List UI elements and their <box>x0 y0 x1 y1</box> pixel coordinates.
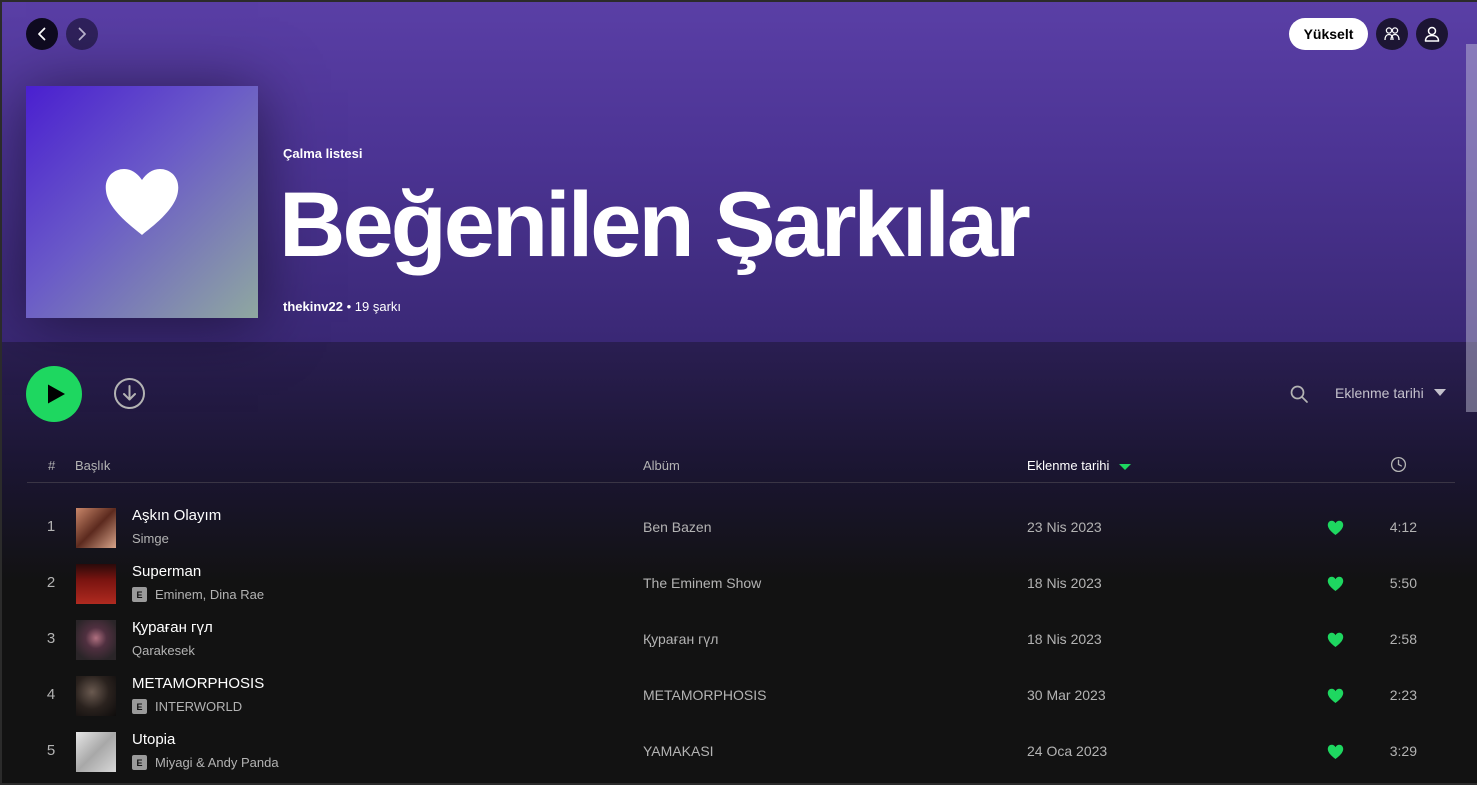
search-icon <box>1290 385 1308 403</box>
col-header-date-added[interactable]: Eklenme tarihi <box>1027 458 1132 473</box>
track-album[interactable]: YAMAKASI <box>643 743 714 759</box>
track-album[interactable]: Ben Bazen <box>643 519 712 535</box>
track-title[interactable]: Utopia <box>132 731 175 748</box>
album-art <box>76 564 116 604</box>
sort-arrow-icon <box>1119 463 1132 470</box>
track-album[interactable]: The Eminem Show <box>643 575 761 591</box>
table-row[interactable]: 1 Aşkın Olayım Simge Ben Bazen 23 Nis 20… <box>27 500 1455 556</box>
artist-name[interactable]: INTERWORLD <box>155 699 242 714</box>
explicit-badge: E <box>132 587 147 602</box>
track-duration: 3:29 <box>1389 743 1417 759</box>
col-header-number: # <box>48 458 56 473</box>
track-duration: 2:58 <box>1389 631 1417 647</box>
user-menu-button[interactable] <box>1416 18 1448 50</box>
friends-icon <box>1384 27 1400 41</box>
forward-button[interactable] <box>66 18 98 50</box>
track-artist[interactable]: E Miyagi & Andy Panda <box>132 755 279 770</box>
sort-label: Eklenme tarihi <box>1335 385 1424 401</box>
liked-heart-icon[interactable] <box>1327 576 1344 592</box>
track-artist[interactable]: Qarakesek <box>132 643 195 658</box>
track-title[interactable]: Aşkın Olayım <box>132 507 221 524</box>
track-duration: 4:12 <box>1389 519 1417 535</box>
track-date-added: 30 Mar 2023 <box>1027 687 1106 703</box>
track-artist[interactable]: Simge <box>132 531 169 546</box>
track-number: 5 <box>46 742 56 759</box>
artist-name[interactable]: Miyagi & Andy Panda <box>155 755 279 770</box>
track-album[interactable]: Қураған гүл <box>643 631 718 647</box>
upgrade-button[interactable]: Yükselt <box>1289 18 1368 50</box>
col-header-album[interactable]: Albüm <box>643 458 680 473</box>
track-title[interactable]: Қураған гүл <box>132 619 213 636</box>
header-divider <box>27 482 1455 483</box>
liked-heart-icon[interactable] <box>1327 632 1344 648</box>
track-duration: 2:23 <box>1389 687 1417 703</box>
track-date-added: 18 Nis 2023 <box>1027 575 1102 591</box>
chevron-left-icon <box>38 27 46 41</box>
table-row[interactable]: 4 METAMORPHOSIS E INTERWORLD METAMORPHOSI… <box>27 668 1455 724</box>
album-art <box>76 732 116 772</box>
download-icon <box>114 378 145 409</box>
play-button[interactable] <box>26 366 82 422</box>
track-number: 2 <box>46 574 56 591</box>
track-date-added: 18 Nis 2023 <box>1027 631 1102 647</box>
caret-down-icon <box>1433 389 1446 396</box>
playlist-cover <box>26 86 258 318</box>
back-button[interactable] <box>26 18 58 50</box>
artist-name[interactable]: Eminem, Dina Rae <box>155 587 264 602</box>
track-title[interactable]: Superman <box>132 563 201 580</box>
play-icon <box>47 384 65 404</box>
page-title: Beğenilen Şarkılar <box>279 174 1031 276</box>
playlist-type-label: Çalma listesi <box>283 146 363 161</box>
artist-name[interactable]: Qarakesek <box>132 643 195 658</box>
track-date-added: 24 Oca 2023 <box>1027 743 1108 759</box>
col-header-date-label: Eklenme tarihi <box>1027 458 1110 473</box>
download-button[interactable] <box>113 377 146 410</box>
liked-heart-icon[interactable] <box>1327 520 1344 536</box>
meta-separator: • <box>342 299 355 314</box>
user-icon <box>1424 26 1440 42</box>
liked-heart-icon[interactable] <box>1327 744 1344 760</box>
col-header-duration[interactable] <box>1390 456 1407 476</box>
heart-icon <box>105 169 179 235</box>
track-artist[interactable]: E INTERWORLD <box>132 699 242 714</box>
playlist-meta: thekinv22 • 19 şarkı <box>283 299 401 314</box>
track-number: 4 <box>46 686 56 703</box>
track-duration: 5:50 <box>1389 575 1417 591</box>
song-count: 19 şarkı <box>354 299 402 314</box>
explicit-badge: E <box>132 699 147 714</box>
friend-activity-button[interactable] <box>1376 18 1408 50</box>
playlist-owner-link[interactable]: thekinv22 <box>283 299 343 314</box>
track-number: 1 <box>46 518 56 535</box>
album-art <box>76 620 116 660</box>
chevron-right-icon <box>78 27 86 41</box>
explicit-badge: E <box>132 755 147 770</box>
search-in-playlist-button[interactable] <box>1289 384 1309 404</box>
artist-name[interactable]: Simge <box>132 531 169 546</box>
scrollbar[interactable] <box>1466 44 1477 412</box>
track-album[interactable]: METAMORPHOSIS <box>643 687 766 703</box>
album-art <box>76 676 116 716</box>
track-artist[interactable]: E Eminem, Dina Rae <box>132 587 264 602</box>
liked-heart-icon[interactable] <box>1327 688 1344 704</box>
table-row[interactable]: 2 Superman E Eminem, Dina Rae The Eminem … <box>27 556 1455 612</box>
table-row[interactable]: 5 Utopia E Miyagi & Andy Panda YAMAKASI 2… <box>27 724 1455 780</box>
clock-icon <box>1390 456 1407 473</box>
sort-dropdown[interactable]: Eklenme tarihi <box>1335 385 1446 401</box>
table-row[interactable]: 3 Қураған гүл Qarakesek Қураған гүл 18 N… <box>27 612 1455 668</box>
track-title[interactable]: METAMORPHOSIS <box>132 675 264 692</box>
album-art <box>76 508 116 548</box>
track-number: 3 <box>46 630 56 647</box>
col-header-title[interactable]: Başlık <box>75 458 110 473</box>
track-date-added: 23 Nis 2023 <box>1027 519 1102 535</box>
